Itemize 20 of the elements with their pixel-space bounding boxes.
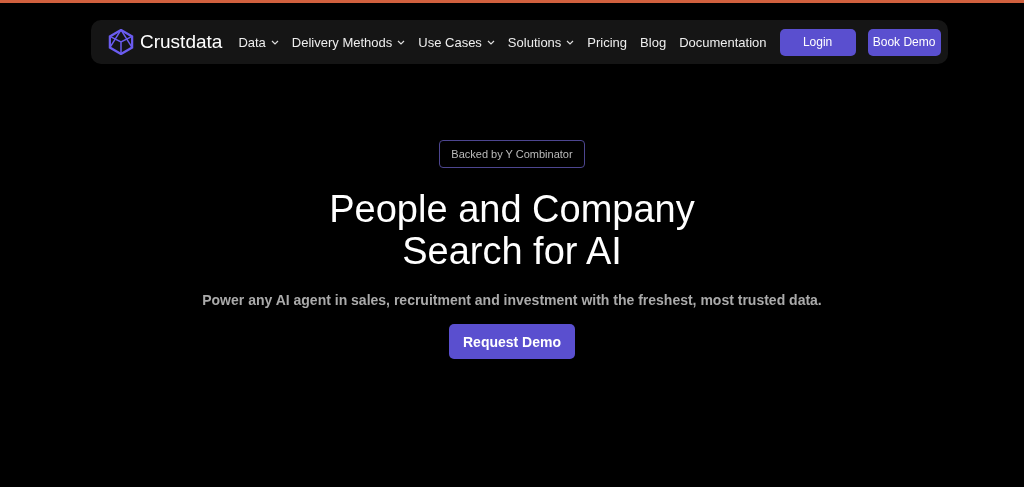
caret-icon <box>397 39 406 45</box>
nav-link[interactable]: Solutions <box>507 34 575 50</box>
request-demo-button[interactable]: Request Demo <box>449 324 575 359</box>
caret-icon <box>486 39 495 45</box>
nav-link[interactable]: Pricing <box>587 34 628 50</box>
brand-name[interactable]: Crustdata <box>140 31 223 53</box>
headline: Search for AI <box>402 230 622 272</box>
nav-link[interactable]: Use Cases <box>418 34 495 50</box>
nav-link[interactable]: Blog <box>640 34 667 50</box>
caret-icon <box>566 39 575 45</box>
subtitle: Power any AI agent in sales, recruitment and investment with the freshest, most trusted data. <box>202 292 822 308</box>
caret-icon <box>270 39 279 45</box>
nav-button[interactable]: Login <box>779 28 856 56</box>
logo-icon[interactable] <box>108 29 134 55</box>
nav-button[interactable]: Book Demo <box>867 28 941 56</box>
headline: People and Company <box>329 188 695 230</box>
nav-link[interactable]: Documentation <box>679 34 767 50</box>
badge: Backed by Y Combinator <box>439 140 585 168</box>
nav-link[interactable]: Data <box>238 34 279 50</box>
nav-link[interactable]: Delivery Methods <box>291 34 406 50</box>
